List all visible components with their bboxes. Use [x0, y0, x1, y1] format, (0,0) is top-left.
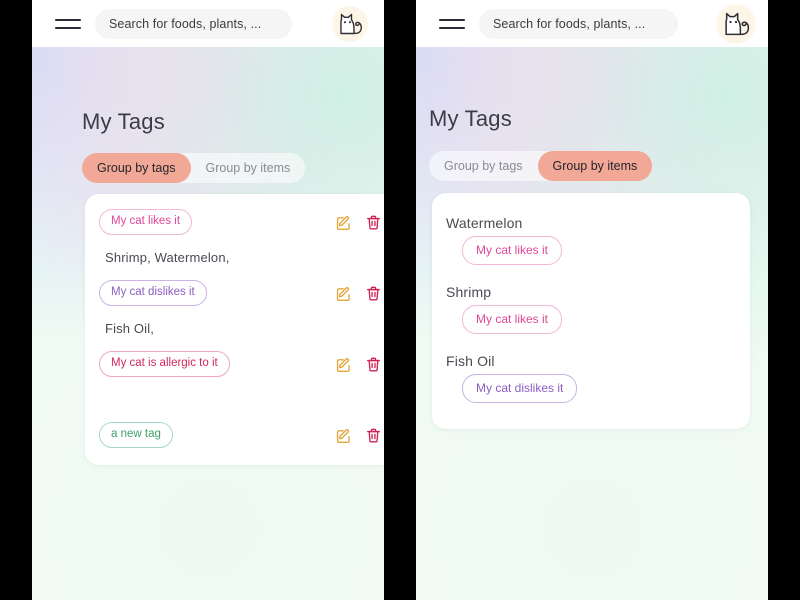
search-placeholder-text: Search for foods, plants, ...: [109, 16, 262, 31]
tag-items-line: Fish Oil,: [105, 321, 155, 336]
tab-group-by-tags[interactable]: Group by tags: [82, 153, 191, 183]
item-name: Fish Oil: [446, 353, 495, 369]
group-by-segmented-control: Group by tags Group by items: [429, 151, 653, 181]
tag-pill[interactable]: My cat dislikes it: [99, 279, 207, 307]
top-bar: Search for foods, plants, ...: [32, 0, 384, 47]
trash-delete-icon[interactable]: [365, 214, 382, 231]
tag-row: My cat likes it: [85, 202, 384, 242]
hamburger-menu-icon[interactable]: [55, 16, 81, 32]
item-name: Watermelon: [446, 215, 523, 231]
page-content: My Tags Group by tags Group by items My …: [32, 47, 384, 600]
tag-row: My cat dislikes it: [85, 273, 384, 313]
row-actions: [335, 427, 382, 444]
tag-pill[interactable]: My cat likes it: [462, 305, 563, 334]
trash-delete-icon[interactable]: [365, 427, 382, 444]
item-name: Shrimp: [446, 284, 492, 300]
item-block: Fish Oil My cat dislikes it: [432, 344, 750, 413]
edit-pencil-icon[interactable]: [335, 427, 352, 444]
tag-row: a new tag: [85, 415, 384, 455]
item-tag-list: My cat likes it: [446, 236, 736, 275]
trash-delete-icon[interactable]: [365, 356, 382, 373]
cat-logo-icon[interactable]: [328, 3, 372, 45]
page-content: My Tags Group by tags Group by items Wat…: [416, 47, 768, 600]
tag-pill[interactable]: a new tag: [99, 421, 173, 449]
screenshot-stage: Search for foods, plants, ... My Tags Gr…: [0, 0, 800, 600]
item-tag-list: My cat likes it: [446, 305, 736, 344]
tag-pill[interactable]: My cat likes it: [462, 236, 563, 265]
search-input[interactable]: Search for foods, plants, ...: [479, 8, 678, 39]
cat-logo-icon[interactable]: [712, 1, 760, 47]
tab-group-by-items[interactable]: Group by items: [191, 153, 306, 183]
row-actions: [335, 214, 382, 231]
group-by-segmented-control: Group by tags Group by items: [82, 153, 306, 183]
tab-group-by-tags[interactable]: Group by tags: [429, 151, 538, 181]
tag-pill[interactable]: My cat is allergic to it: [99, 350, 230, 378]
tag-pill[interactable]: My cat dislikes it: [462, 374, 578, 403]
edit-pencil-icon[interactable]: [335, 214, 352, 231]
item-tag-list: My cat dislikes it: [446, 374, 736, 413]
tag-items-line: [85, 384, 384, 415]
search-input[interactable]: Search for foods, plants, ...: [95, 8, 292, 39]
tag-row: My cat is allergic to it: [85, 344, 384, 384]
items-card: Watermelon My cat likes it Shrimp My cat…: [432, 193, 750, 429]
page-title: My Tags: [429, 106, 512, 131]
tag-pill[interactable]: My cat likes it: [99, 208, 193, 236]
top-bar: Search for foods, plants, ...: [416, 0, 768, 47]
phone-panel-group-by-items: Search for foods, plants, ... My Tags Gr…: [416, 0, 768, 600]
tag-items-line: Shrimp, Watermelon,: [105, 250, 230, 265]
edit-pencil-icon[interactable]: [335, 356, 352, 373]
trash-delete-icon[interactable]: [365, 285, 382, 302]
item-block: Shrimp My cat likes it: [432, 275, 750, 344]
edit-pencil-icon[interactable]: [335, 285, 352, 302]
hamburger-menu-icon[interactable]: [439, 16, 465, 32]
item-block: Watermelon My cat likes it: [432, 206, 750, 275]
tags-card: My cat likes it Shrimp, Watermelon, My c…: [85, 194, 384, 465]
row-actions: [335, 285, 382, 302]
search-placeholder-text: Search for foods, plants, ...: [493, 16, 646, 31]
row-actions: [335, 356, 382, 373]
phone-panel-group-by-tags: Search for foods, plants, ... My Tags Gr…: [32, 0, 384, 600]
tab-group-by-items[interactable]: Group by items: [537, 151, 653, 181]
page-title: My Tags: [82, 109, 165, 134]
